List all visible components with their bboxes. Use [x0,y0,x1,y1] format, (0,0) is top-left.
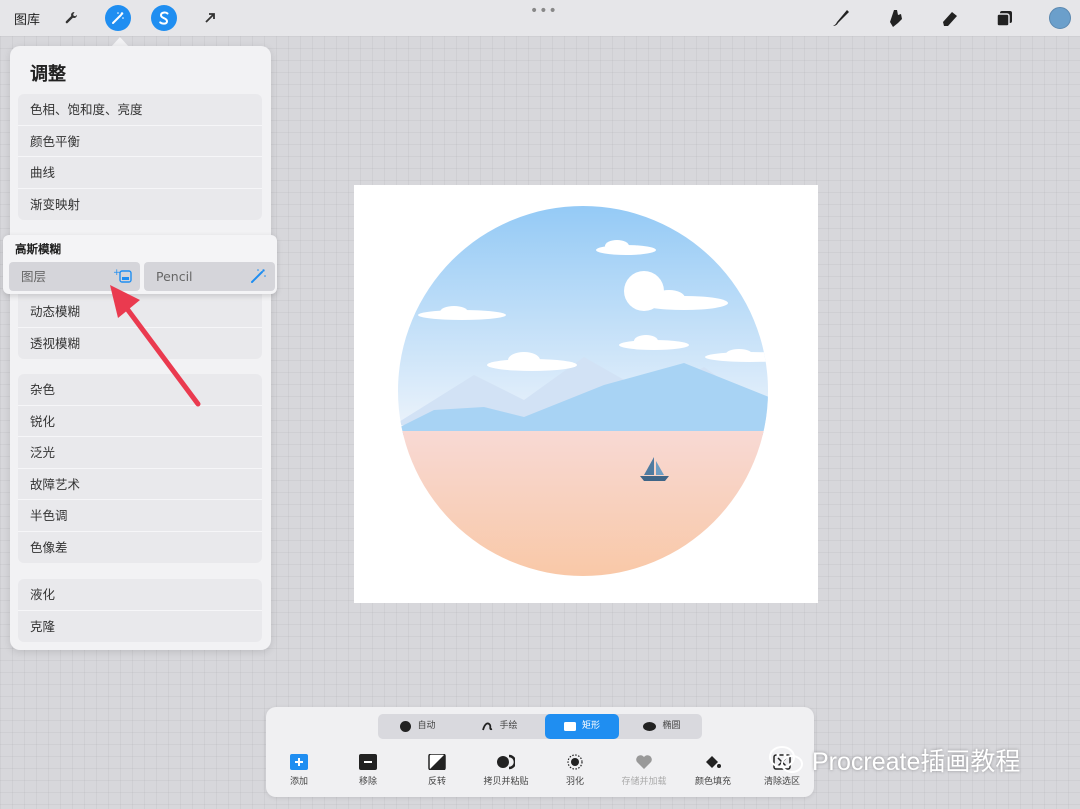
menu-item-curves[interactable]: 曲线 [18,157,262,189]
menu-item-hsb[interactable]: 色相、饱和度、亮度 [18,94,262,126]
mode-ellipse-label: 椭圆 [662,721,681,731]
landscape-illustration [398,206,768,576]
heart-icon [636,755,652,769]
mode-rectangle[interactable]: 矩形 [545,714,619,739]
arrow-icon[interactable] [197,5,223,31]
eraser-icon[interactable] [938,6,962,30]
smudge-icon[interactable] [883,6,907,30]
mode-automatic-label: 自动 [417,721,436,731]
menu-item-gradient-map[interactable]: 渐变映射 [18,189,262,221]
top-toolbar: 图库 ••• [0,0,1080,36]
action-remove[interactable]: 移除 [336,754,400,787]
menu-item-bloom[interactable]: 泛光 [18,437,262,469]
remove-icon [359,754,377,770]
selection-mode-group: 自动 手绘 矩形 椭圆 [378,714,702,739]
panel-title: 调整 [30,64,66,85]
selection-toolbar: 自动 手绘 矩形 椭圆 添加 移除 反转 拷贝并粘贴 羽化 存储并加载 颜色填充… [266,707,814,797]
action-invert-label: 反转 [427,777,446,787]
action-remove-label: 移除 [358,777,377,787]
mode-freehand[interactable]: 手绘 [458,714,542,739]
color-picker-button[interactable] [1049,7,1071,29]
action-feather[interactable]: 羽化 [543,754,607,787]
wrench-icon[interactable] [58,5,84,31]
wechat-logo-icon [769,746,803,773]
action-add[interactable]: 添加 [267,754,331,787]
adjust-group-color: 色相、饱和度、亮度 颜色平衡 曲线 渐变映射 [18,94,262,220]
menu-item-clone[interactable]: 克隆 [18,611,262,643]
mode-rectangle-label: 矩形 [581,721,600,731]
action-add-label: 添加 [289,777,308,787]
menu-item-halftone[interactable]: 半色调 [18,500,262,532]
drag-handle-icon[interactable]: ••• [530,3,558,19]
artboard[interactable] [354,185,818,603]
action-save-load-label: 存储并加载 [621,777,667,787]
mode-freehand-label: 手绘 [499,721,518,731]
menu-item-chromatic-aberration[interactable]: 色像差 [18,532,262,564]
magic-wand-icon[interactable] [105,5,131,31]
ellipse-icon [643,722,657,731]
add-icon [290,754,308,770]
menu-item-glitch[interactable]: 故障艺术 [18,469,262,500]
invert-icon [428,754,446,770]
brush-icon[interactable] [829,6,853,30]
action-feather-label: 羽化 [565,777,584,787]
menu-item-color-balance[interactable]: 颜色平衡 [18,126,262,157]
feather-icon [567,754,583,770]
fill-icon [706,756,721,768]
gallery-button[interactable]: 图库 [14,9,40,28]
action-color-fill[interactable]: 颜色填充 [681,754,745,787]
mode-ellipse[interactable]: 椭圆 [622,714,702,739]
action-copy-paste-label: 拷贝并粘贴 [483,777,529,787]
watermark: Procreate插画教程 [768,742,1020,778]
action-color-fill-label: 颜色填充 [694,777,731,787]
rectangle-icon [563,722,576,731]
blur-option-layer-label: 图层 [21,269,47,284]
adjust-group-distort: 液化 克隆 [18,579,262,642]
selection-s-icon[interactable] [151,5,177,31]
watermark-text: Procreate插画教程 [812,748,1021,776]
menu-item-sharpen[interactable]: 锐化 [18,406,262,437]
automatic-icon [400,721,412,732]
gaussian-blur-title: 高斯模糊 [15,242,61,256]
action-copy-paste[interactable]: 拷贝并粘贴 [474,754,538,787]
pencil-wand-icon [251,269,266,283]
mode-automatic[interactable]: 自动 [378,714,458,739]
freehand-icon [482,722,493,731]
menu-item-liquify[interactable]: 液化 [18,579,262,611]
copy-paste-icon [497,754,515,770]
action-invert[interactable]: 反转 [405,754,469,787]
action-save-load[interactable]: 存储并加载 [612,754,676,787]
annotation-arrow-icon [110,285,201,407]
layers-icon[interactable] [993,6,1017,30]
action-clear-selection-label: 清除选区 [763,777,800,787]
